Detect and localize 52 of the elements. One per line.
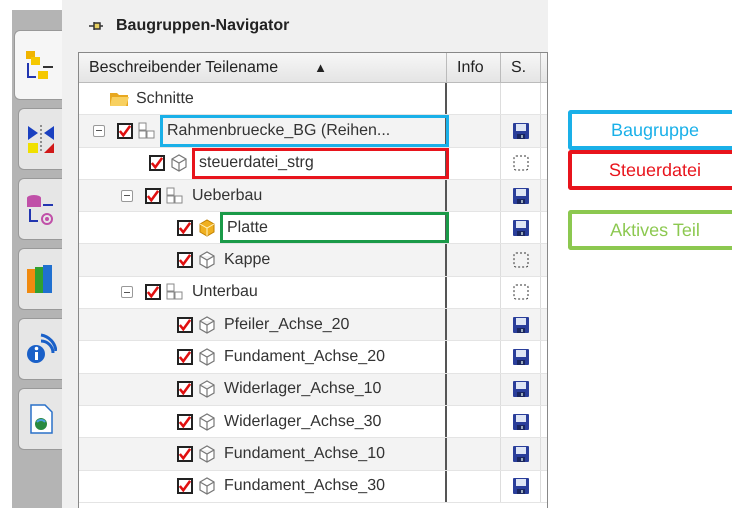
cube-icon bbox=[197, 347, 217, 368]
panel-title: Baugruppen-Navigator bbox=[116, 16, 290, 36]
part-name[interactable]: Fundament_Achse_20 bbox=[220, 343, 389, 372]
checkbox[interactable] bbox=[177, 414, 193, 430]
collapse-toggle[interactable] bbox=[93, 124, 105, 137]
checkbox[interactable] bbox=[117, 122, 133, 139]
checkbox[interactable] bbox=[149, 155, 165, 172]
checkbox[interactable] bbox=[177, 316, 193, 333]
part-name[interactable]: Rahmenbruecke_BG (Reihen... bbox=[160, 115, 449, 147]
cube-icon bbox=[197, 379, 217, 400]
cube-icon bbox=[197, 444, 217, 464]
cube-icon bbox=[197, 218, 217, 238]
assembly-icon bbox=[137, 120, 157, 141]
checkbox[interactable] bbox=[177, 381, 193, 398]
legend-label: Steuerdatei bbox=[568, 150, 732, 190]
part-name[interactable]: steuerdatei_strg bbox=[192, 148, 449, 179]
side-tab[interactable] bbox=[18, 318, 62, 380]
column-header[interactable]: S. bbox=[501, 53, 541, 82]
part-name[interactable]: Platte bbox=[220, 212, 449, 244]
checkbox[interactable] bbox=[177, 349, 193, 366]
part-name[interactable]: Kappe bbox=[220, 246, 274, 274]
part-name[interactable]: Schnitte bbox=[132, 84, 198, 113]
cube-icon bbox=[169, 153, 189, 174]
column-header[interactable]: Info bbox=[447, 53, 501, 82]
checkbox[interactable] bbox=[145, 188, 161, 204]
cube-icon bbox=[197, 250, 217, 270]
assembly-icon bbox=[165, 282, 185, 302]
side-tab[interactable] bbox=[18, 248, 62, 310]
side-tab[interactable] bbox=[18, 388, 62, 450]
part-name[interactable]: Ueberbau bbox=[188, 182, 266, 210]
assembly-icon bbox=[165, 186, 185, 206]
part-name[interactable]: Widerlager_Achse_30 bbox=[220, 408, 386, 436]
checkbox[interactable] bbox=[177, 252, 193, 268]
info-icon bbox=[24, 333, 56, 365]
column-header[interactable]: Beschreibender Teilename bbox=[89, 56, 278, 80]
pin-icon[interactable] bbox=[88, 20, 104, 32]
sort-indicator: ▲ bbox=[314, 58, 328, 77]
part-name[interactable]: Unterbau bbox=[188, 278, 262, 306]
side-tab[interactable] bbox=[18, 178, 62, 240]
collapse-toggle[interactable] bbox=[121, 286, 133, 298]
legend-label: Aktives Teil bbox=[568, 210, 732, 250]
checkbox[interactable] bbox=[177, 220, 193, 236]
cube-icon bbox=[197, 314, 217, 335]
checkbox[interactable] bbox=[177, 478, 193, 494]
collapse-toggle[interactable] bbox=[121, 190, 133, 202]
checkbox[interactable] bbox=[177, 446, 193, 462]
cube-icon bbox=[197, 476, 217, 496]
cube-icon bbox=[197, 412, 217, 432]
part-name[interactable]: Fundament_Achse_30 bbox=[220, 472, 389, 500]
checkbox[interactable] bbox=[145, 284, 161, 300]
legend-label: Baugruppe bbox=[568, 110, 732, 150]
side-tab[interactable] bbox=[18, 108, 62, 170]
